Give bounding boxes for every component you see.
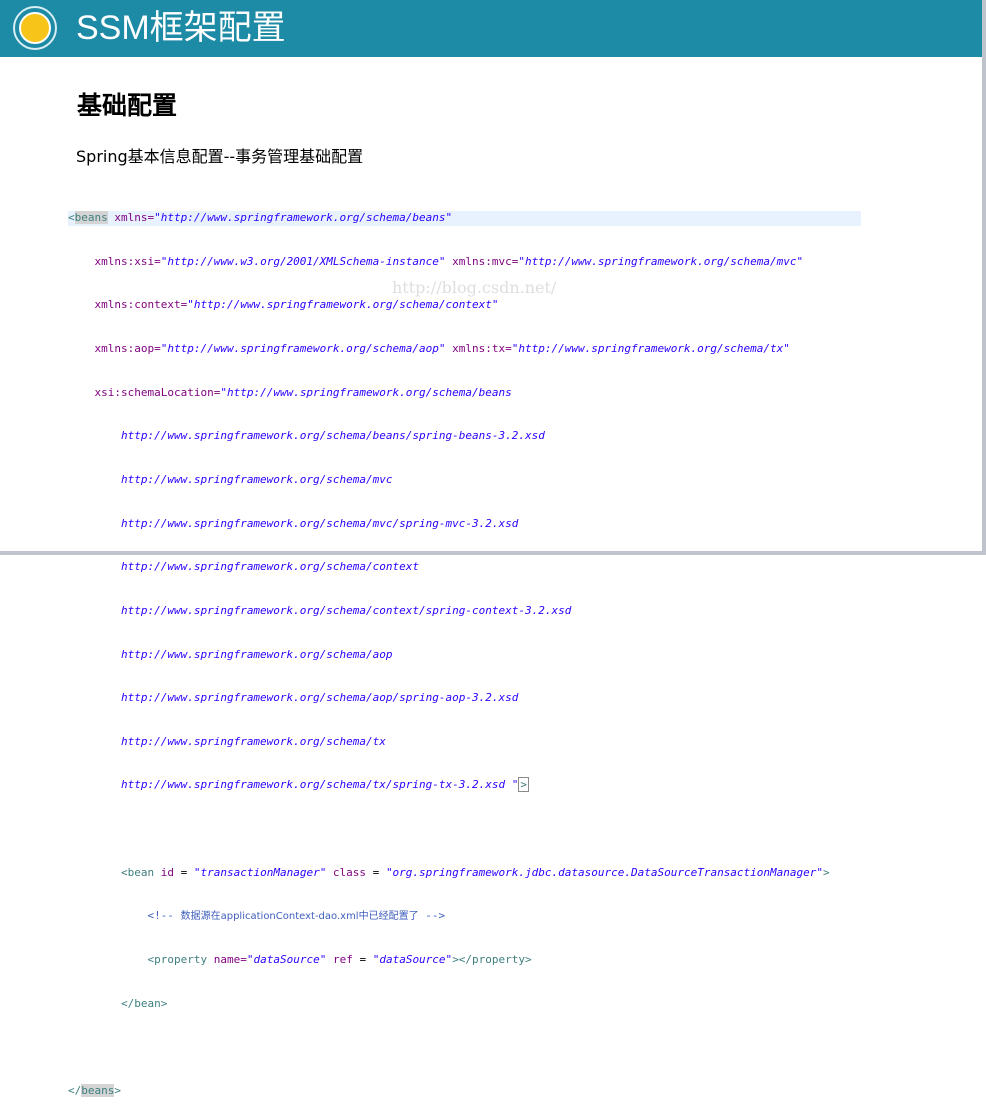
code-token: </ <box>68 1083 82 1097</box>
slide: SSM框架配置 基础配置 Spring基本信息配置--事务管理基础配置 <bea… <box>0 0 986 1097</box>
code-line: http://www.springframework.org/schema/mv… <box>68 517 861 532</box>
code-token: xmlns:aop= <box>94 342 161 356</box>
code-token: class <box>326 865 367 879</box>
code-line: http://www.springframework.org/schema/ao… <box>68 648 861 663</box>
code-token: ></property> <box>452 952 532 966</box>
code-token: xmlns:mvc= <box>445 254 519 268</box>
section-heading: 基础配置 <box>77 91 178 120</box>
code-line: <bean id = "transactionManager" class = … <box>68 866 861 881</box>
watermark: http://blog.csdn.net/ <box>392 278 557 297</box>
code-line: </bean> <box>68 997 861 1012</box>
code-line: http://www.springframework.org/schema/ao… <box>68 691 861 706</box>
code-token: http://www.springframework.org/schema/mv… <box>120 516 519 530</box>
code-line: http://www.springframework.org/schema/co… <box>68 560 861 575</box>
code-token: > <box>518 777 529 793</box>
code-line: http://www.springframework.org/schema/mv… <box>68 473 861 488</box>
code-token: < <box>68 211 75 225</box>
code-token: "http://www.springframework.org/schema/c… <box>187 298 499 312</box>
code-token: "dataSource" <box>246 952 327 966</box>
badge-inner-circle <box>19 12 51 44</box>
code-token: http://www.springframework.org/schema/co… <box>120 560 419 574</box>
code-token: "transactionManager" <box>193 865 327 879</box>
code-token: "http://www.springframework.org/schema/a… <box>160 342 446 356</box>
code-token: ref <box>326 952 353 966</box>
code-token: --> <box>418 909 446 923</box>
code-token: xmlns:xsi= <box>94 254 161 268</box>
code-token: "org.springframework.jdbc.datasource.Dat… <box>385 865 824 879</box>
code-token: </bean> <box>120 996 168 1010</box>
circle-badge-icon <box>13 6 57 50</box>
code-token: http://www.springframework.org/schema/ao… <box>120 647 393 661</box>
code-token: "http://www.springframework.org/schema/b… <box>220 385 512 399</box>
code-token: beans <box>81 1083 115 1097</box>
code-token: "http://www.springframework.org/schema/b… <box>154 211 453 225</box>
code-token: http://www.springframework.org/schema/be… <box>120 429 545 443</box>
code-line: xmlns:aop="http://www.springframework.or… <box>68 342 861 357</box>
code-token: > <box>823 865 830 879</box>
code-token: xmlns:context= <box>94 298 188 312</box>
code-line: <!-- 数据源在applicationContext-dao.xml中已经配置… <box>68 909 861 924</box>
code-line: <property name="dataSource" ref = "dataS… <box>68 953 861 968</box>
code-token: "http://www.springframework.org/schema/m… <box>518 254 804 268</box>
code-line: http://www.springframework.org/schema/co… <box>68 604 861 619</box>
code-token: <!-- <box>147 909 181 923</box>
subheading: Spring基本信息配置--事务管理基础配置 <box>76 147 364 166</box>
code-token: xmlns= <box>107 211 155 225</box>
code-line: xsi:schemaLocation="http://www.springfra… <box>68 386 861 401</box>
code-token: id <box>154 865 174 879</box>
code-token: = <box>352 952 373 966</box>
code-token: xsi:schemaLocation= <box>94 385 221 399</box>
code-line: http://www.springframework.org/schema/tx… <box>68 777 861 793</box>
code-token: xmlns:tx= <box>445 342 512 356</box>
code-token: "dataSource" <box>372 952 453 966</box>
code-token: "http://www.springframework.org/schema/t… <box>511 342 790 356</box>
code-token: <property <box>147 952 208 966</box>
slide-title: SSM框架配置 <box>76 9 286 47</box>
title-bar: SSM框架配置 <box>0 0 982 57</box>
code-token: beans <box>74 211 108 225</box>
code-line: </beans> <box>68 1083 861 1099</box>
code-line: http://www.springframework.org/schema/tx <box>68 735 861 750</box>
code-token: http://www.springframework.org/schema/ao… <box>120 691 519 705</box>
code-token: http://www.springframework.org/schema/tx <box>120 734 386 748</box>
code-token: http://www.springframework.org/schema/co… <box>120 603 572 617</box>
code-token: > <box>114 1083 121 1097</box>
code-token: http://www.springframework.org/schema/mv… <box>120 472 393 486</box>
code-token: "http://www.w3.org/2001/XMLSchema-instan… <box>160 254 446 268</box>
code-line: xmlns:xsi="http://www.w3.org/2001/XMLSch… <box>68 255 861 270</box>
code-block: <beans xmlns="http://www.springframework… <box>68 182 861 1110</box>
code-token: = <box>366 865 386 879</box>
code-token: <bean <box>120 865 155 879</box>
code-line: <beans xmlns="http://www.springframework… <box>68 211 861 226</box>
code-line: http://www.springframework.org/schema/be… <box>68 429 861 444</box>
code-token: name= <box>207 952 247 966</box>
code-token: 数据源在applicationContext-dao.xml中已经配置了 <box>180 911 419 923</box>
code-token: = <box>173 865 194 879</box>
code-token: http://www.springframework.org/schema/tx… <box>120 778 519 792</box>
code-line: xmlns:context="http://www.springframewor… <box>68 298 861 313</box>
